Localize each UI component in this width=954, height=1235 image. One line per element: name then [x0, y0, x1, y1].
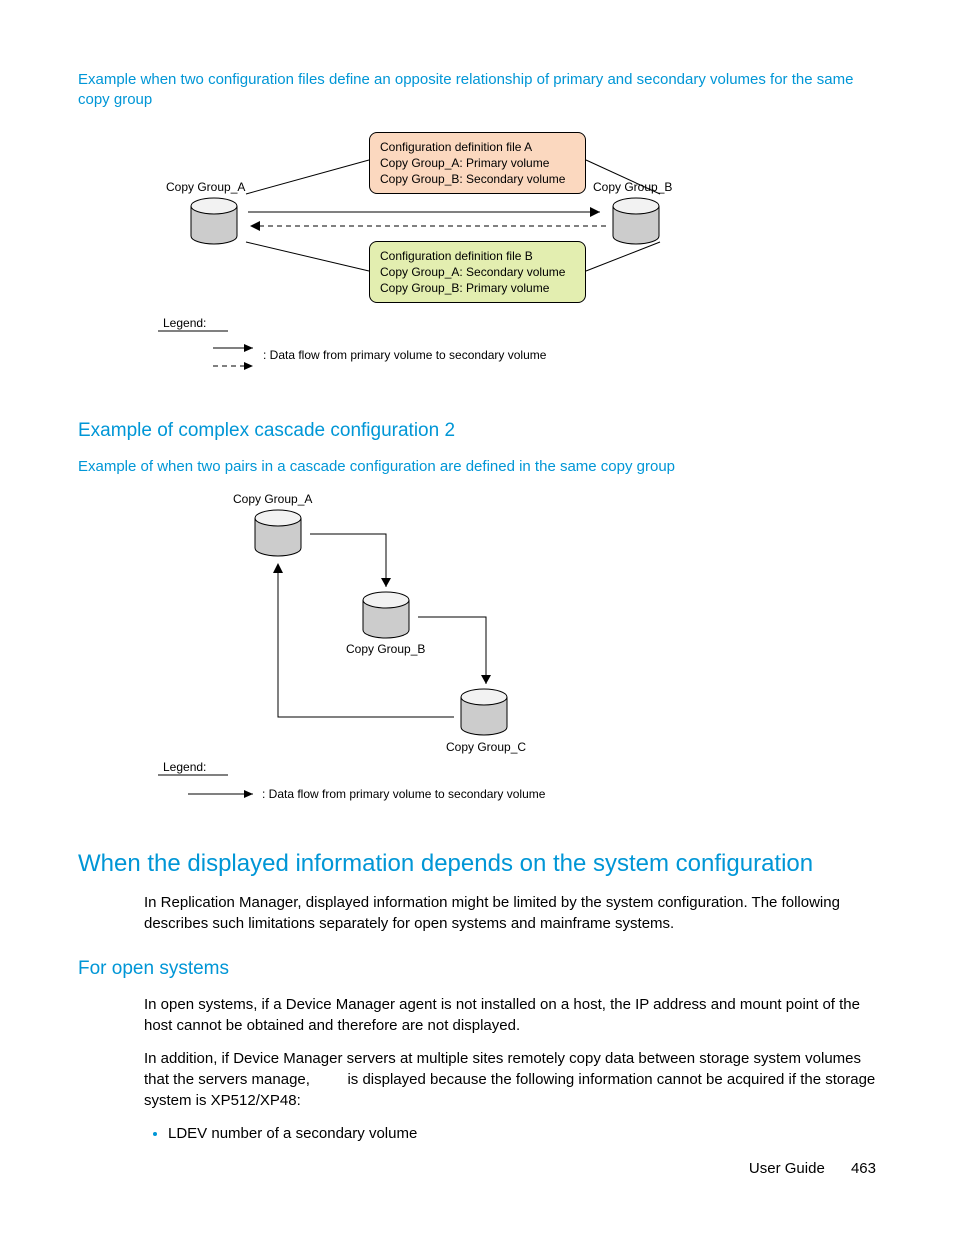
example-opposite-link[interactable]: Example when two configuration files def… — [78, 70, 876, 111]
label-copy-group-a: Copy Group_A — [233, 492, 312, 506]
cylinder-icon — [608, 196, 668, 251]
legend-text: : Data flow from primary volume to secon… — [262, 787, 545, 801]
footer-page-number: 463 — [851, 1160, 876, 1177]
config-file-a-line1: Copy Group_A: Primary volume — [380, 155, 575, 171]
cylinder-icon — [186, 196, 246, 251]
legend-text: : Data flow from primary volume to secon… — [263, 348, 546, 362]
system-config-intro: In Replication Manager, displayed inform… — [144, 892, 876, 934]
open-systems-list: LDEV number of a secondary volume — [144, 1123, 876, 1144]
label-copy-group-b: Copy Group_B — [593, 180, 672, 194]
page-footer: User Guide 463 — [749, 1160, 876, 1177]
heading-open-systems: For open systems — [78, 958, 876, 980]
cylinder-icon — [250, 508, 310, 563]
open-systems-para-2: In addition, if Device Manager servers a… — [144, 1048, 876, 1111]
footer-guide-label: User Guide — [749, 1160, 825, 1177]
cylinder-icon — [358, 590, 418, 645]
config-file-b-line1: Copy Group_A: Secondary volume — [380, 264, 575, 280]
legend-label: Legend: — [163, 316, 206, 330]
list-item: LDEV number of a secondary volume — [168, 1123, 876, 1144]
config-file-b-title: Configuration definition file B — [380, 248, 575, 264]
cascade-example-link[interactable]: Example of when two pairs in a cascade c… — [78, 457, 876, 477]
config-file-b-line2: Copy Group_B: Primary volume — [380, 280, 575, 296]
label-copy-group-a: Copy Group_A — [166, 180, 245, 194]
diagram-cascade-config: Copy Group_A Copy Group_B Copy Group_C — [158, 492, 718, 822]
heading-cascade-config-2: Example of complex cascade configuration… — [78, 420, 876, 442]
config-file-b-box: Configuration definition file B Copy Gro… — [369, 241, 586, 304]
legend-label: Legend: — [163, 760, 206, 774]
config-file-a-title: Configuration definition file A — [380, 139, 575, 155]
config-file-a-line2: Copy Group_B: Secondary volume — [380, 171, 575, 187]
cylinder-icon — [456, 687, 516, 742]
config-file-a-box: Configuration definition file A Copy Gro… — [369, 132, 586, 195]
open-systems-para-1: In open systems, if a Device Manager age… — [144, 994, 876, 1036]
diagram-opposite-config: Copy Group_A Copy Group_B Configuration … — [158, 126, 778, 396]
heading-system-config: When the displayed information depends o… — [78, 850, 876, 878]
label-copy-group-c: Copy Group_C — [446, 740, 526, 754]
